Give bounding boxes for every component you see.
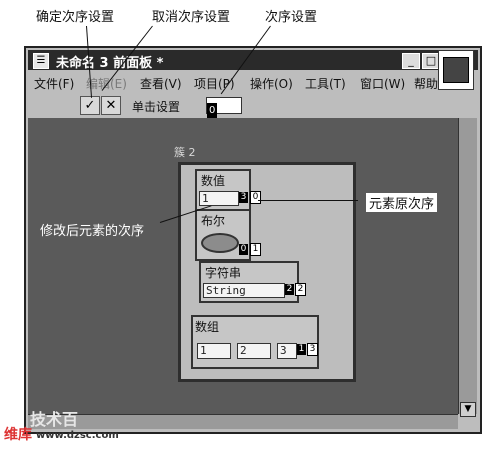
window-title: 未命名 3 前面板 * — [56, 56, 164, 71]
order-number-field[interactable]: 0 — [206, 97, 242, 118]
array-element[interactable]: 1 — [197, 343, 231, 359]
cluster-panel[interactable]: 数值 1 3 0 布尔 0 1 字符串 String 2 2 数组 1 2 3 … — [178, 162, 356, 382]
boolean-old-order: 1 — [250, 243, 261, 256]
menu-window[interactable]: 窗口(W) — [360, 75, 405, 92]
scroll-down-arrow-icon[interactable]: ▼ — [460, 402, 476, 417]
menu-view[interactable]: 查看(V) — [140, 75, 182, 92]
leader-line-original — [258, 200, 358, 201]
vi-icon-image — [443, 57, 469, 83]
annotation-modified: 修改后元素的次序 — [40, 224, 145, 239]
menu-file[interactable]: 文件(F) — [34, 75, 74, 92]
numeric-control[interactable]: 数值 1 3 0 — [195, 169, 261, 211]
watermark-url: www.dzsc.com — [36, 430, 119, 441]
boolean-led[interactable] — [201, 233, 239, 253]
cancel-order-button[interactable]: ✕ — [101, 96, 121, 115]
array-control[interactable]: 数组 1 2 3 1 3 — [191, 315, 319, 369]
minimize-button[interactable]: _ — [402, 53, 420, 69]
numeric-new-order: 3 — [239, 192, 248, 203]
vertical-scrollbar[interactable]: ▼ — [458, 118, 477, 417]
numeric-old-order: 0 — [250, 191, 261, 204]
watermark-brand: 维库 — [4, 427, 32, 443]
annotation-original: 元素原次序 — [366, 193, 438, 212]
click-to-set-label: 单击设置 — [132, 100, 181, 114]
numeric-value-field[interactable]: 1 — [199, 191, 239, 206]
boolean-label: 布尔 — [201, 214, 226, 228]
array-element[interactable]: 2 — [237, 343, 271, 359]
title-bar: ☰ 未命名 3 前面板 * _ □ X — [28, 50, 478, 71]
order-number-value: 0 — [207, 103, 218, 118]
string-new-order: 2 — [285, 284, 294, 295]
menu-operate[interactable]: 操作(O) — [250, 75, 293, 92]
string-old-order: 2 — [295, 283, 306, 296]
cluster-caption: 簇 2 — [174, 146, 196, 159]
annotation-cancel: 取消次序设置 — [152, 10, 231, 25]
vi-icon-thumbnail[interactable] — [438, 50, 474, 90]
confirm-order-button[interactable]: ✓ — [80, 96, 100, 115]
array-label: 数组 — [195, 320, 220, 334]
watermark-text: 技术百 — [30, 410, 79, 429]
numeric-label: 数值 — [201, 174, 226, 188]
window-app-icon[interactable]: ☰ — [33, 53, 49, 69]
array-new-order: 1 — [297, 344, 306, 355]
boolean-control[interactable]: 布尔 0 1 — [195, 209, 261, 261]
string-label: 字符串 — [205, 266, 242, 280]
menu-tools[interactable]: 工具(T) — [305, 75, 346, 92]
array-old-order: 3 — [307, 343, 318, 356]
boolean-new-order: 0 — [239, 244, 248, 255]
horizontal-scrollbar[interactable] — [28, 414, 458, 429]
annotation-confirm: 确定次序设置 — [36, 10, 115, 25]
annotation-order: 次序设置 — [265, 10, 318, 25]
string-control[interactable]: 字符串 String 2 2 — [199, 261, 306, 303]
array-element[interactable]: 3 — [277, 343, 297, 359]
string-value-field[interactable]: String — [203, 283, 285, 298]
